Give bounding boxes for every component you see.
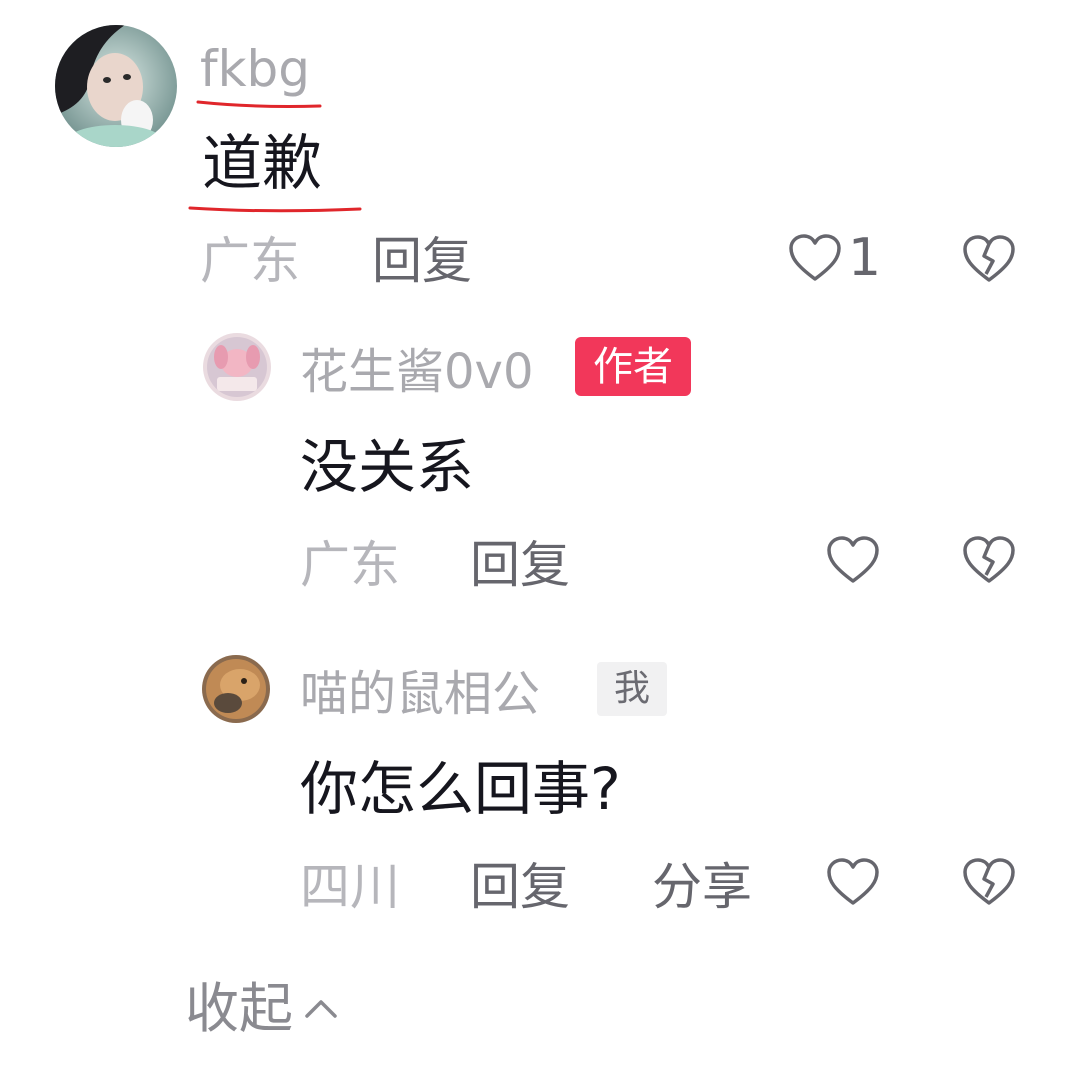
avatar[interactable] — [55, 25, 177, 147]
broken-heart-icon — [963, 235, 1015, 282]
like-button[interactable] — [826, 857, 880, 907]
reply-content: 你怎么回事? — [300, 755, 621, 823]
dislike-button[interactable] — [962, 857, 1016, 907]
share-button[interactable]: 分享 — [652, 862, 752, 912]
avatar[interactable] — [202, 655, 270, 723]
like-button[interactable] — [826, 535, 880, 585]
like-button[interactable]: 1 — [788, 232, 881, 284]
dislike-button[interactable] — [962, 234, 1016, 284]
username-underline — [196, 100, 322, 108]
collapse-replies-button[interactable]: 收起 — [185, 982, 341, 1036]
author-badge: 作者 — [575, 337, 691, 396]
username[interactable]: 花生酱0v0 — [300, 348, 534, 396]
username[interactable]: 喵的鼠相公 — [300, 670, 540, 718]
reply-button[interactable]: 回复 — [470, 862, 570, 912]
comment-content: 道歉 — [202, 129, 322, 199]
region-label: 四川 — [300, 858, 400, 916]
region-label: 广东 — [300, 536, 400, 594]
username[interactable]: fkbg — [200, 44, 310, 94]
avatar[interactable] — [203, 333, 271, 401]
heart-outline-icon — [827, 536, 879, 583]
reply-content: 没关系 — [300, 433, 475, 501]
broken-heart-icon — [963, 858, 1015, 905]
heart-outline-icon — [827, 858, 879, 905]
region-label: 广东 — [200, 232, 300, 290]
heart-outline-icon — [789, 234, 841, 281]
collapse-label: 收起 — [185, 977, 293, 1040]
reply-button[interactable]: 回复 — [372, 236, 472, 286]
chevron-up-icon — [305, 1000, 337, 1018]
me-badge: 我 — [597, 662, 667, 716]
reply-button[interactable]: 回复 — [470, 540, 570, 590]
content-underline — [188, 206, 362, 213]
like-count: 1 — [848, 228, 882, 288]
dislike-button[interactable] — [962, 535, 1016, 585]
broken-heart-icon — [963, 536, 1015, 583]
